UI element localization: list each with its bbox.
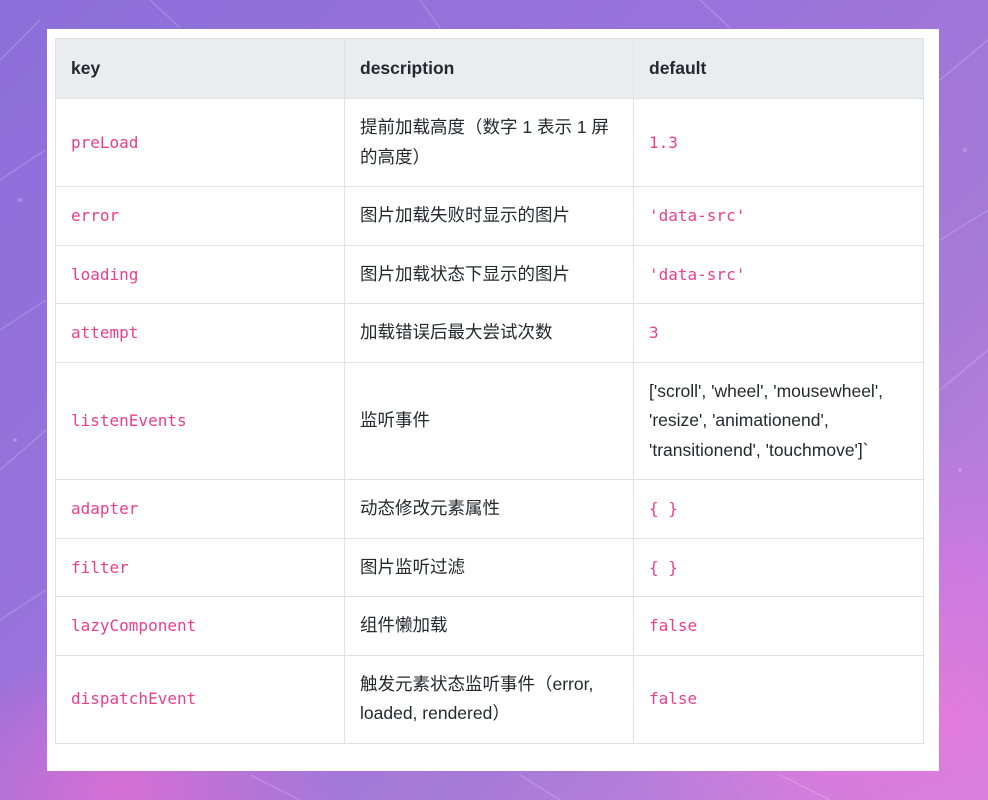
key-cell: listenEvents bbox=[55, 361, 345, 480]
key-code: loading bbox=[71, 264, 139, 284]
default-code: 'data-src' bbox=[649, 264, 746, 284]
default-cell: 'data-src' bbox=[633, 186, 924, 246]
default-code: 3 bbox=[649, 323, 659, 342]
default-code: false bbox=[649, 689, 698, 709]
options-table: key description default preLoad 提前加载高度（数… bbox=[55, 38, 924, 744]
key-cell: preLoad bbox=[55, 98, 345, 187]
key-cell: lazyComponent bbox=[55, 596, 345, 656]
default-cell: { } bbox=[633, 537, 924, 597]
description-cell: 监听事件 bbox=[344, 361, 634, 480]
table-row: filter 图片监听过滤 { } bbox=[55, 537, 924, 597]
table-row: error 图片加载失败时显示的图片 'data-src' bbox=[55, 186, 924, 246]
key-code: lazyComponent bbox=[71, 616, 197, 635]
table-card: key description default preLoad 提前加载高度（数… bbox=[47, 29, 939, 771]
default-code: 1.3 bbox=[649, 132, 678, 152]
table-row: loading 图片加载状态下显示的图片 'data-src' bbox=[55, 244, 924, 304]
key-code: error bbox=[71, 206, 120, 225]
default-cell: 1.3 bbox=[633, 98, 924, 187]
description-cell: 动态修改元素属性 bbox=[344, 479, 634, 539]
table-row: adapter 动态修改元素属性 { } bbox=[55, 479, 924, 539]
key-cell: adapter bbox=[55, 479, 345, 539]
description-cell: 图片加载状态下显示的图片 bbox=[344, 244, 634, 304]
description-cell: 加载错误后最大尝试次数 bbox=[344, 303, 634, 363]
description-cell: 触发元素状态监听事件（error, loaded, rendered） bbox=[344, 654, 634, 744]
table-row: preLoad 提前加载高度（数字 1 表示 1 屏的高度） 1.3 bbox=[55, 98, 924, 187]
default-cell: 3 bbox=[633, 303, 924, 363]
key-cell: loading bbox=[55, 244, 345, 304]
key-code: attempt bbox=[71, 323, 139, 342]
key-cell: error bbox=[55, 186, 345, 246]
description-cell: 提前加载高度（数字 1 表示 1 屏的高度） bbox=[344, 98, 634, 187]
default-cell: false bbox=[633, 596, 924, 656]
key-code: dispatchEvent bbox=[71, 689, 197, 709]
key-code: listenEvents bbox=[71, 411, 187, 430]
table-row: lazyComponent 组件懒加载 false bbox=[55, 596, 924, 656]
default-code: { } bbox=[649, 557, 678, 577]
description-cell: 图片加载失败时显示的图片 bbox=[344, 186, 634, 246]
header-default: default bbox=[633, 38, 924, 99]
default-cell: 'data-src' bbox=[633, 244, 924, 304]
table-row: attempt 加载错误后最大尝试次数 3 bbox=[55, 303, 924, 363]
header-key: key bbox=[55, 38, 345, 99]
key-cell: dispatchEvent bbox=[55, 654, 345, 744]
description-cell: 图片监听过滤 bbox=[344, 537, 634, 597]
default-code: 'data-src' bbox=[649, 206, 746, 225]
key-code: preLoad bbox=[71, 132, 139, 152]
table-header-row: key description default bbox=[55, 38, 924, 99]
default-cell: ['scroll', 'wheel', 'mousewheel', 'resiz… bbox=[633, 361, 924, 480]
header-description: description bbox=[344, 38, 634, 99]
default-code: { } bbox=[649, 499, 678, 518]
default-code: false bbox=[649, 616, 698, 635]
default-cell: { } bbox=[633, 479, 924, 539]
key-code: adapter bbox=[71, 499, 139, 518]
key-cell: filter bbox=[55, 537, 345, 597]
description-cell: 组件懒加载 bbox=[344, 596, 634, 656]
table-row: listenEvents 监听事件 ['scroll', 'wheel', 'm… bbox=[55, 361, 924, 480]
key-code: filter bbox=[71, 557, 129, 577]
key-cell: attempt bbox=[55, 303, 345, 363]
table-row: dispatchEvent 触发元素状态监听事件（error, loaded, … bbox=[55, 654, 924, 744]
default-cell: false bbox=[633, 654, 924, 744]
